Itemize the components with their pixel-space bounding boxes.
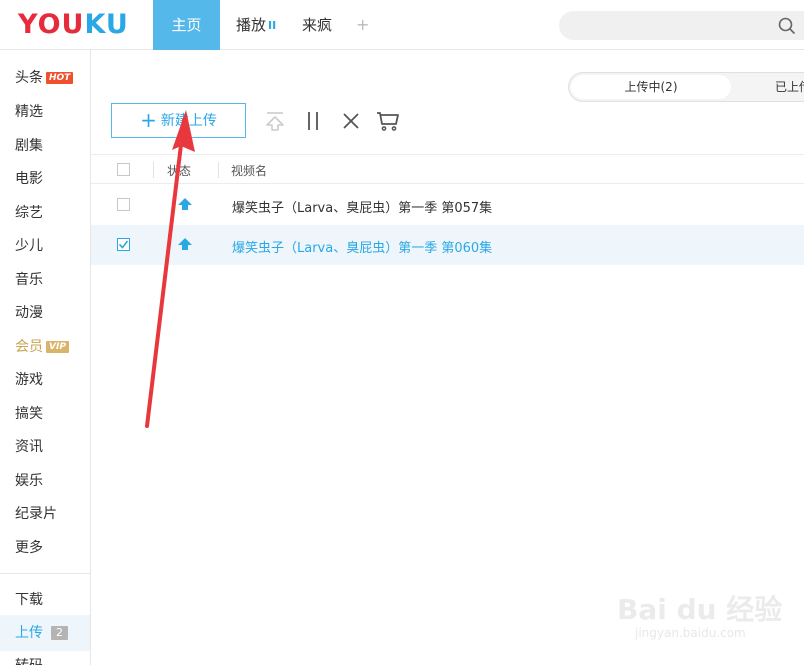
- uploading-arrow-icon: [178, 198, 192, 210]
- column-header-name: 视频名: [231, 164, 268, 178]
- top-bar: YOUKU 主页 播放 II 来疯 +: [0, 0, 804, 50]
- tab-play[interactable]: 播放 II: [236, 0, 276, 50]
- playing-indicator-icon: II: [268, 19, 277, 32]
- delete-icon[interactable]: [339, 109, 363, 133]
- plus-icon: +: [140, 108, 157, 132]
- new-upload-button[interactable]: + 新建上传: [111, 103, 246, 138]
- sidebar-item-dongman[interactable]: 动漫: [15, 303, 43, 323]
- row-checkbox[interactable]: [117, 198, 130, 211]
- sidebar-item-more[interactable]: 更多: [15, 538, 43, 558]
- search-icon[interactable]: [778, 17, 796, 35]
- table-header: 状态 视频名: [91, 154, 804, 184]
- tab-laifeng[interactable]: 来疯: [302, 0, 332, 50]
- cart-icon[interactable]: [376, 109, 400, 133]
- start-upload-icon[interactable]: [263, 109, 287, 133]
- sidebar-item-shaoer[interactable]: 少儿: [15, 236, 43, 256]
- sidebar-item-jilupian[interactable]: 纪录片: [15, 504, 57, 524]
- table-row[interactable]: 爆笑虫子（Larva、臭屁虫）第一季 第057集: [91, 185, 804, 225]
- sidebar-item-yinyue[interactable]: 音乐: [15, 270, 43, 290]
- sidebar-item-download[interactable]: 下载: [15, 590, 43, 610]
- search-input[interactable]: [559, 11, 804, 40]
- sidebar-item-toutiao[interactable]: 头条 HOT: [15, 68, 74, 88]
- sidebar-item-juji[interactable]: 剧集: [15, 136, 43, 156]
- sidebar-item-youxi[interactable]: 游戏: [15, 370, 43, 390]
- sidebar-item-zongyi[interactable]: 综艺: [15, 203, 43, 223]
- row-checkbox-checked[interactable]: [117, 238, 130, 251]
- pause-icon[interactable]: [301, 109, 325, 133]
- add-tab-button[interactable]: +: [356, 0, 369, 50]
- tab-uploading[interactable]: 上传中(2): [571, 75, 731, 99]
- sidebar-item-jingxuan[interactable]: 精选: [15, 102, 43, 122]
- youku-logo[interactable]: YOUKU: [18, 9, 129, 40]
- sidebar: 头条 HOT 精选 剧集 电影 综艺 少儿 音乐 动漫 会员 VIP 游戏 搞笑 资…: [0, 50, 91, 665]
- hot-badge: HOT: [46, 72, 74, 84]
- vip-badge: VIP: [46, 341, 69, 353]
- upload-status-tabs: 上传中(2) 已上传: [568, 72, 804, 102]
- sidebar-item-vip[interactable]: 会员 VIP: [15, 337, 69, 357]
- select-all-checkbox[interactable]: [117, 163, 130, 176]
- upload-count-badge: 2: [51, 626, 68, 640]
- sidebar-item-dianying[interactable]: 电影: [15, 169, 43, 189]
- sidebar-item-zixun[interactable]: 资讯: [15, 437, 43, 457]
- column-divider: [153, 162, 154, 178]
- sidebar-item-gaoxiao[interactable]: 搞笑: [15, 404, 43, 424]
- sidebar-divider: [0, 573, 90, 574]
- sidebar-item-transcode[interactable]: 转码: [15, 656, 43, 665]
- sidebar-item-yule[interactable]: 娱乐: [15, 471, 43, 491]
- checkmark-icon: [118, 240, 129, 249]
- baidu-jingyan-watermark: Bai du 经验 jingyan.baidu.com: [617, 593, 783, 640]
- video-title[interactable]: 爆笑虫子（Larva、臭屁虫）第一季 第060集: [232, 237, 492, 256]
- uploading-arrow-icon: [178, 238, 192, 250]
- column-header-status: 状态: [167, 164, 192, 178]
- table-row[interactable]: 爆笑虫子（Larva、臭屁虫）第一季 第060集: [91, 225, 804, 265]
- tab-home[interactable]: 主页: [153, 0, 220, 50]
- column-divider: [218, 162, 219, 178]
- tab-uploaded[interactable]: 已上传: [775, 75, 804, 99]
- sidebar-item-upload[interactable]: 上传 2: [15, 623, 68, 643]
- video-title[interactable]: 爆笑虫子（Larva、臭屁虫）第一季 第057集: [232, 197, 492, 216]
